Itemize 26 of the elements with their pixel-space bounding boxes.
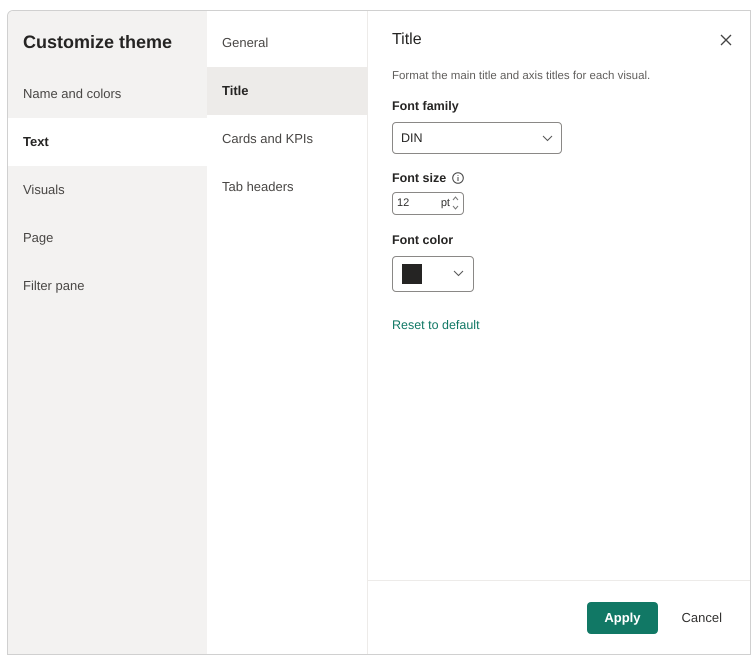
subsection-item[interactable]: Title [207, 67, 367, 115]
field-label: Font size [392, 170, 446, 187]
field-label: Font color [392, 232, 454, 249]
subsection-item[interactable]: Cards and KPIs [207, 115, 367, 163]
subsection-item[interactable]: General [207, 19, 367, 67]
cancel-button[interactable]: Cancel [672, 602, 732, 634]
sidebar-item[interactable]: Text [8, 118, 207, 166]
sidebar-item[interactable]: Page [8, 214, 207, 262]
font-family-dropdown[interactable]: DIN [392, 122, 562, 154]
font-color-picker[interactable] [392, 256, 474, 292]
stepper-icon[interactable] [452, 195, 459, 212]
field-label: Font family [392, 98, 460, 116]
sidebar-item[interactable]: Filter pane [8, 262, 207, 310]
chevron-down-icon [453, 270, 464, 277]
reset-link[interactable]: Reset to default [392, 316, 480, 334]
apply-button[interactable]: Apply [587, 602, 658, 634]
panel-description: Format the main title and axis titles for each visual. [392, 69, 652, 84]
sidebar-item[interactable]: Name and colors [8, 70, 207, 118]
font-size-spinner[interactable]: 12 pt [392, 192, 464, 215]
dialog-title: Customize theme [22, 31, 174, 54]
close-icon[interactable] [720, 34, 732, 46]
sidebar-item[interactable]: Visuals [8, 166, 207, 214]
info-icon[interactable] [452, 172, 464, 184]
subsection-item[interactable]: Tab headers [207, 163, 367, 211]
chevron-down-icon [542, 134, 553, 142]
panel-title: Title [392, 30, 422, 50]
